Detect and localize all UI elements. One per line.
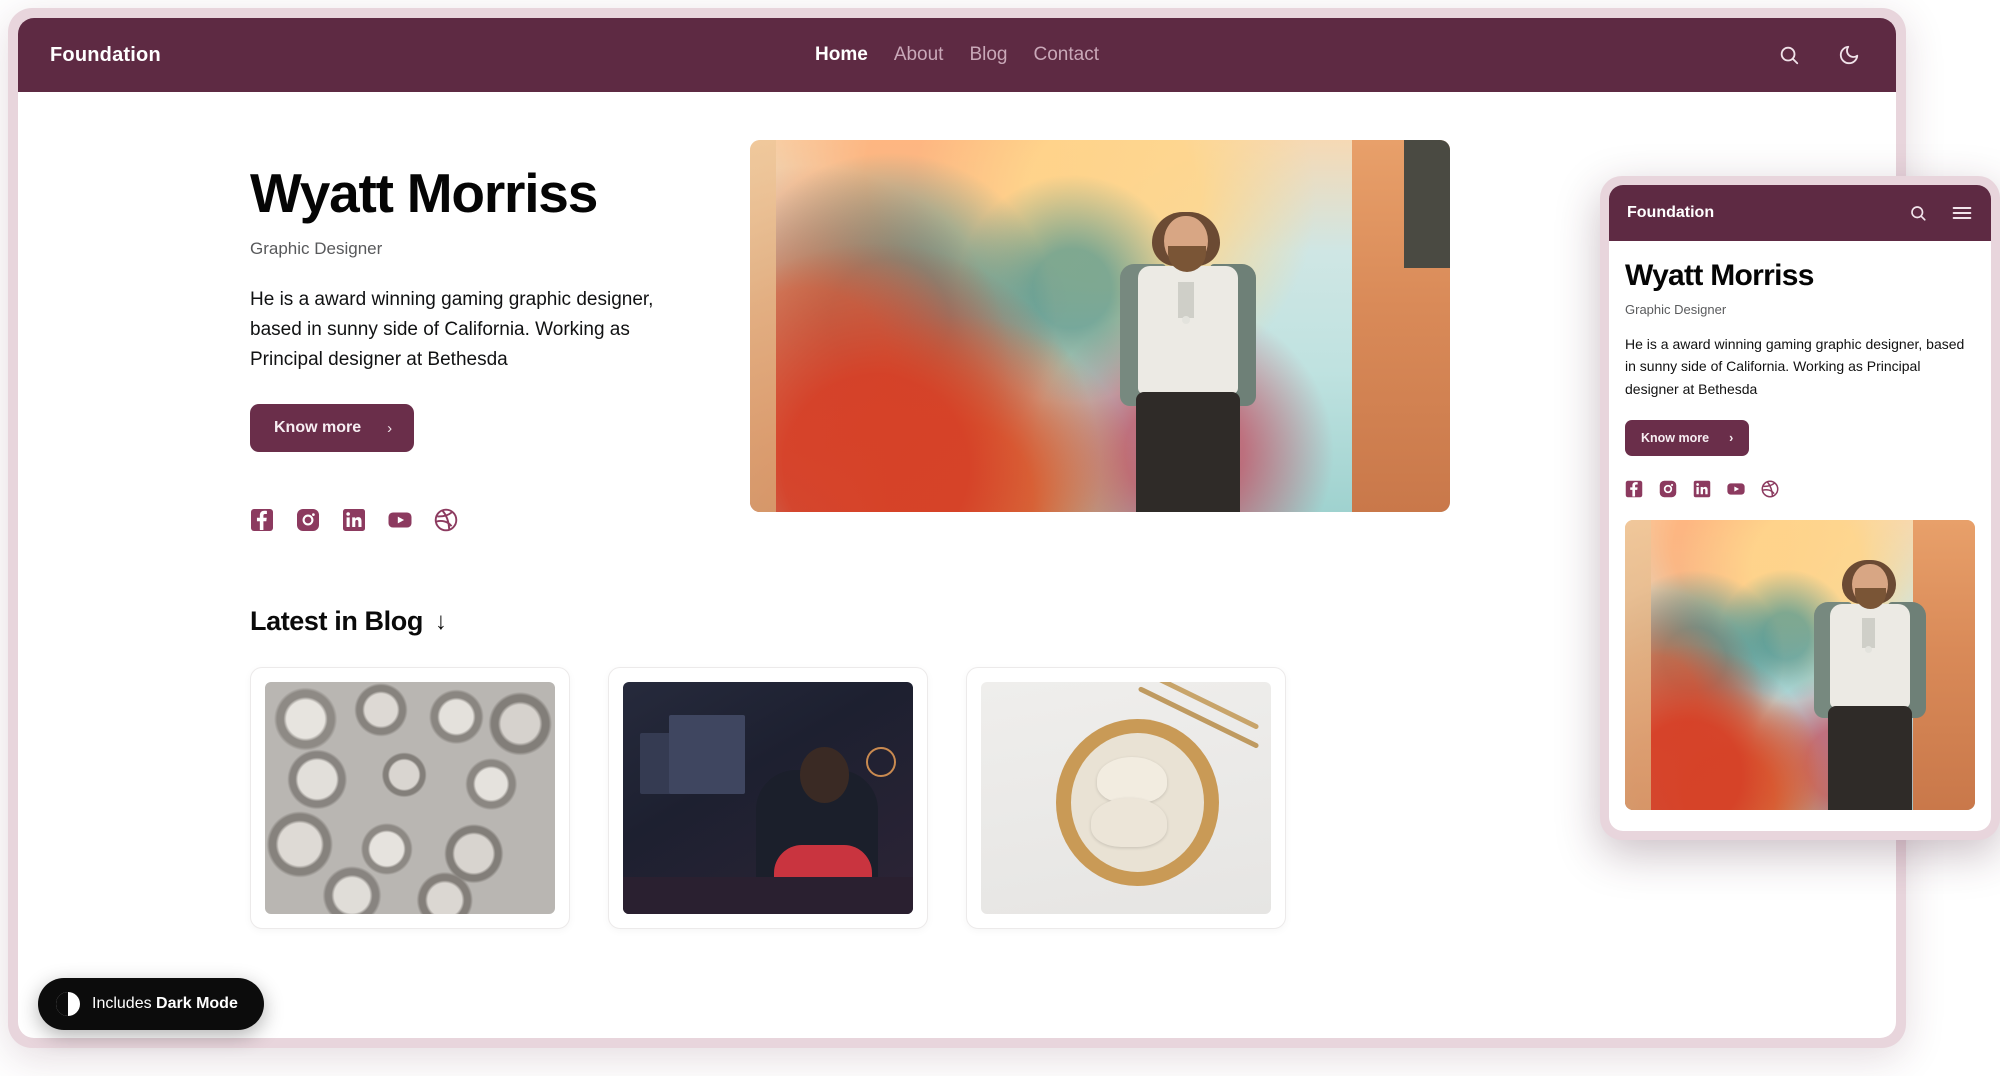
person-figure: [1794, 560, 1944, 811]
search-icon[interactable]: [1907, 202, 1929, 224]
facebook-icon[interactable]: [1625, 480, 1643, 498]
nav-link-blog[interactable]: Blog: [969, 44, 1007, 66]
nav-link-contact[interactable]: Contact: [1034, 44, 1099, 66]
blog-card[interactable]: [966, 667, 1286, 930]
blog-card[interactable]: [250, 667, 570, 930]
brand-logo[interactable]: Foundation: [50, 44, 161, 67]
facebook-icon[interactable]: [250, 508, 274, 532]
linkedin-icon[interactable]: [1693, 480, 1711, 498]
hamburger-menu-icon[interactable]: [1951, 202, 1973, 224]
arrow-down-icon: ↓: [434, 607, 447, 635]
youtube-icon[interactable]: [1727, 480, 1745, 498]
mobile-hero-description: He is a award winning gaming graphic des…: [1625, 336, 1965, 397]
dark-mode-prefix: Includes: [92, 995, 157, 1012]
mobile-page: Foundation Wyatt Morriss Graphic Designe…: [1609, 185, 1991, 831]
primary-nav: Home About Blog Contact: [815, 44, 1099, 66]
mobile-social-links: [1625, 480, 1975, 498]
chevron-right-icon: ›: [1729, 431, 1734, 446]
know-more-label: Know more: [274, 419, 362, 437]
mobile-hero-role: Graphic Designer: [1625, 302, 1727, 317]
nav-link-about[interactable]: About: [894, 44, 944, 66]
instagram-icon[interactable]: [296, 508, 320, 532]
blog-heading-strong: Blog: [364, 606, 424, 637]
mobile-hero-image: [1625, 520, 1975, 811]
hero-text-column: Wyatt Morriss Graphic Designer He is a a…: [18, 140, 678, 532]
mobile-page-title: Wyatt Morriss: [1625, 259, 1814, 292]
linkedin-icon[interactable]: [342, 508, 366, 532]
dark-mode-badge-label: Includes Dark Mode: [92, 995, 238, 1013]
hero-role: Graphic Designer: [250, 239, 383, 259]
dark-mode-strong: Dark Mode: [156, 995, 238, 1012]
blog-thumbnail-desk: [623, 682, 913, 915]
mobile-know-more-label: Know more: [1641, 431, 1710, 446]
search-icon[interactable]: [1774, 40, 1804, 70]
mural-left-pillar: [1625, 520, 1651, 811]
mobile-device-frame: Foundation Wyatt Morriss Graphic Designe…: [1600, 176, 2000, 840]
blog-heading-prefix: Latest in: [250, 606, 365, 637]
mobile-navbar: Foundation: [1609, 185, 1991, 241]
desktop-navbar: Foundation Home About Blog Contact: [18, 18, 1896, 92]
dribbble-icon[interactable]: [434, 508, 458, 532]
dark-mode-badge[interactable]: Includes Dark Mode: [38, 978, 264, 1030]
hero-description: He is a award winning gaming graphic des…: [250, 289, 654, 370]
instagram-icon[interactable]: [1659, 480, 1677, 498]
page-title: Wyatt Morriss: [250, 162, 598, 224]
mobile-hero: Wyatt Morriss Graphic Designer He is a a…: [1609, 241, 1991, 811]
blog-thumbnail-dumplings: [981, 682, 1271, 915]
screenshot-stage: Foundation Home About Blog Contact Wyatt…: [0, 0, 2000, 1076]
mural-dark-corner: [1404, 140, 1450, 268]
mobile-brand-logo[interactable]: Foundation: [1627, 204, 1714, 222]
mobile-know-more-button[interactable]: Know more ›: [1625, 420, 1750, 457]
youtube-icon[interactable]: [388, 508, 412, 532]
blog-thumbnail-carved-faces: [265, 682, 555, 915]
dribbble-icon[interactable]: [1761, 480, 1779, 498]
person-figure: [1092, 212, 1282, 512]
navbar-actions: [1774, 40, 1864, 70]
hero-image: [750, 140, 1450, 512]
social-links: [250, 508, 678, 532]
mobile-navbar-actions: [1907, 202, 1973, 224]
blog-card[interactable]: [608, 667, 928, 930]
half-circle-icon: [56, 992, 80, 1016]
chevron-right-icon: ›: [387, 419, 393, 437]
know-more-button[interactable]: Know more ›: [250, 404, 415, 453]
nav-link-home[interactable]: Home: [815, 44, 868, 66]
mural-left-pillar: [750, 140, 776, 512]
moon-icon[interactable]: [1834, 40, 1864, 70]
